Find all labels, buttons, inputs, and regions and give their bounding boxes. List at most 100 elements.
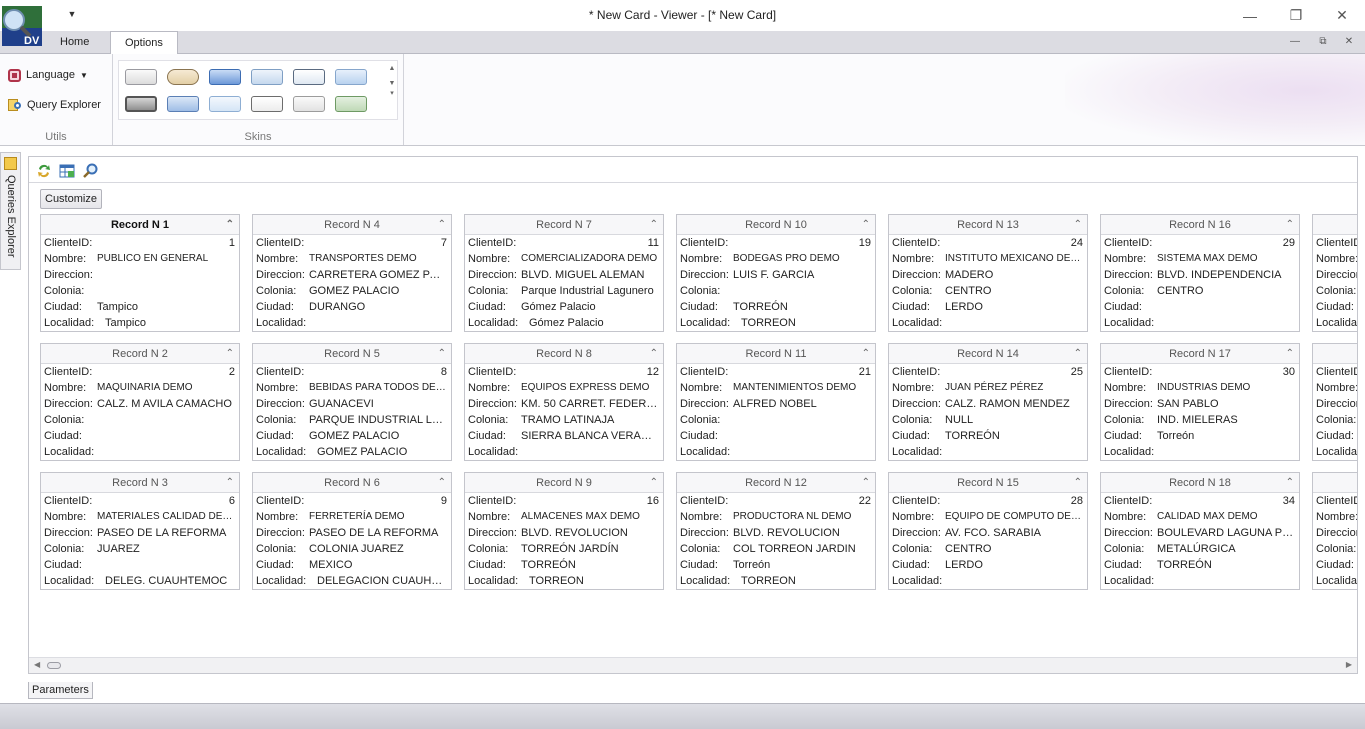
collapse-icon[interactable]: ⌃ [438, 215, 446, 235]
close-button[interactable]: ✕ [1319, 0, 1365, 31]
collapse-icon[interactable]: ⌃ [650, 473, 658, 493]
scroll-left-icon[interactable]: ◀ [34, 660, 40, 669]
tab-options[interactable]: Options [110, 31, 178, 55]
collapse-icon[interactable]: ⌃ [226, 215, 234, 235]
skins-gallery-scroll[interactable]: ▲ ▼ ▾ [386, 61, 398, 119]
record-card-header[interactable]: ⌃ [1313, 215, 1357, 235]
record-card[interactable]: ⌃ ClienteID: Nombre: Direccion: Colonia: Ciud… [1312, 214, 1357, 332]
record-card[interactable]: Record N 9 ⌃ ClienteID: 16 Nombre: ALMACENES … [464, 472, 664, 590]
record-card[interactable]: Record N 6 ⌃ ClienteID: 9 Nombre: FERRETERÍA … [252, 472, 452, 590]
record-card-header[interactable]: Record N 12 ⌃ [677, 473, 875, 493]
mdi-minimize-button[interactable]: — [1287, 35, 1303, 49]
record-card-header[interactable]: ⌃ [1313, 344, 1357, 364]
record-card-header[interactable]: Record N 4 ⌃ [253, 215, 451, 235]
record-field-localidad: Localidad: [465, 444, 663, 460]
skin-swatch[interactable] [293, 96, 325, 112]
collapse-icon[interactable]: ⌃ [1286, 473, 1294, 493]
record-card[interactable]: Record N 8 ⌃ ClienteID: 12 Nombre: EQUIPOS EX… [464, 343, 664, 461]
collapse-icon[interactable]: ⌃ [438, 344, 446, 364]
record-card-header[interactable]: ⌃ [1313, 473, 1357, 493]
record-card-header[interactable]: Record N 16 ⌃ [1101, 215, 1299, 235]
record-card[interactable]: Record N 5 ⌃ ClienteID: 8 Nombre: BEBIDAS PAR… [252, 343, 452, 461]
skin-swatch[interactable] [125, 96, 157, 112]
record-card[interactable]: Record N 4 ⌃ ClienteID: 7 Nombre: TRANSPORTES… [252, 214, 452, 332]
record-card[interactable]: ⌃ ClienteID: Nombre: Direccion: Colonia: Ciud… [1312, 343, 1357, 461]
restore-button[interactable]: ❐ [1273, 0, 1319, 31]
record-card-header[interactable]: Record N 18 ⌃ [1101, 473, 1299, 493]
table-view-icon[interactable] [59, 163, 75, 179]
collapse-icon[interactable]: ⌃ [1074, 215, 1082, 235]
gallery-expand-icon[interactable]: ▾ [386, 89, 398, 97]
record-card-header[interactable]: Record N 10 ⌃ [677, 215, 875, 235]
record-card[interactable]: Record N 12 ⌃ ClienteID: 22 Nombre: PRODUCTOR… [676, 472, 876, 590]
scrollbar-thumb[interactable] [47, 662, 61, 669]
record-card[interactable]: Record N 10 ⌃ ClienteID: 19 Nombre: BODEGAS P… [676, 214, 876, 332]
record-card-header[interactable]: Record N 11 ⌃ [677, 344, 875, 364]
record-card-header[interactable]: Record N 5 ⌃ [253, 344, 451, 364]
skin-swatch[interactable] [167, 69, 199, 85]
record-card[interactable]: Record N 18 ⌃ ClienteID: 34 Nombre: CALIDAD M… [1100, 472, 1300, 590]
collapse-icon[interactable]: ⌃ [438, 473, 446, 493]
record-card[interactable]: Record N 3 ⌃ ClienteID: 6 Nombre: MATERIALES … [40, 472, 240, 590]
scroll-right-icon[interactable]: ▶ [1346, 660, 1352, 669]
record-card-header[interactable]: Record N 14 ⌃ [889, 344, 1087, 364]
record-card[interactable]: Record N 15 ⌃ ClienteID: 28 Nombre: EQUIPO DE… [888, 472, 1088, 590]
collapse-icon[interactable]: ⌃ [862, 344, 870, 364]
skin-swatch[interactable] [335, 69, 367, 85]
record-card[interactable]: Record N 14 ⌃ ClienteID: 25 Nombre: JUAN PÉRE… [888, 343, 1088, 461]
skin-swatch[interactable] [251, 96, 283, 112]
skin-swatch[interactable] [251, 69, 283, 85]
skin-swatch[interactable] [167, 96, 199, 112]
mdi-close-button[interactable]: ✕ [1341, 35, 1357, 49]
record-card-header[interactable]: Record N 17 ⌃ [1101, 344, 1299, 364]
collapse-icon[interactable]: ⌃ [1286, 344, 1294, 364]
record-card-header[interactable]: Record N 1 ⌃ [41, 215, 239, 235]
window-title: * New Card - Viewer - [* New Card] [588, 8, 777, 22]
app-logo[interactable]: DV [0, 6, 44, 50]
record-card-header[interactable]: Record N 15 ⌃ [889, 473, 1087, 493]
record-card[interactable]: Record N 17 ⌃ ClienteID: 30 Nombre: INDUSTRIA… [1100, 343, 1300, 461]
mdi-restore-button[interactable]: ⧉ [1315, 35, 1331, 49]
tab-home[interactable]: Home [46, 31, 103, 54]
collapse-icon[interactable]: ⌃ [862, 473, 870, 493]
quick-access-dropdown-icon[interactable]: ▼ [66, 9, 78, 21]
record-card[interactable]: Record N 16 ⌃ ClienteID: 29 Nombre: SISTEMA M… [1100, 214, 1300, 332]
parameters-tab[interactable]: Parameters [28, 682, 93, 699]
record-card-header[interactable]: Record N 3 ⌃ [41, 473, 239, 493]
collapse-icon[interactable]: ⌃ [1074, 473, 1082, 493]
horizontal-scrollbar[interactable]: ◀ ▶ [29, 657, 1357, 673]
collapse-icon[interactable]: ⌃ [650, 215, 658, 235]
collapse-icon[interactable]: ⌃ [862, 215, 870, 235]
record-card-header[interactable]: Record N 9 ⌃ [465, 473, 663, 493]
chevron-down-icon[interactable]: ▼ [386, 80, 398, 87]
collapse-icon[interactable]: ⌃ [226, 344, 234, 364]
record-card-header[interactable]: Record N 7 ⌃ [465, 215, 663, 235]
chevron-up-icon[interactable]: ▲ [386, 65, 398, 72]
record-card[interactable]: Record N 11 ⌃ ClienteID: 21 Nombre: MANTENIMI… [676, 343, 876, 461]
query-explorer-button[interactable]: Query Explorer [8, 95, 101, 115]
skin-swatch[interactable] [335, 96, 367, 112]
language-button[interactable]: Language ▼ [8, 65, 88, 85]
refresh-icon[interactable] [36, 163, 52, 179]
skin-swatch[interactable] [125, 69, 157, 85]
search-icon[interactable] [82, 163, 98, 179]
record-card[interactable]: Record N 7 ⌃ ClienteID: 11 Nombre: COMERCIALI… [464, 214, 664, 332]
record-card[interactable]: Record N 13 ⌃ ClienteID: 24 Nombre: INSTITUTO… [888, 214, 1088, 332]
collapse-icon[interactable]: ⌃ [1074, 344, 1082, 364]
queries-explorer-side-tab[interactable]: Queries Explorer [0, 152, 21, 270]
record-card[interactable]: ⌃ ClienteID: Nombre: Direccion: Colonia: Ciud… [1312, 472, 1357, 590]
skin-swatch[interactable] [293, 69, 325, 85]
record-card[interactable]: Record N 1 ⌃ ClienteID: 1 Nombre: PUBLICO EN … [40, 214, 240, 332]
customize-button[interactable]: Customize [40, 189, 102, 209]
minimize-button[interactable]: — [1227, 0, 1273, 31]
collapse-icon[interactable]: ⌃ [1286, 215, 1294, 235]
record-card[interactable]: Record N 2 ⌃ ClienteID: 2 Nombre: MAQUINARIA … [40, 343, 240, 461]
record-card-header[interactable]: Record N 13 ⌃ [889, 215, 1087, 235]
collapse-icon[interactable]: ⌃ [226, 473, 234, 493]
record-card-header[interactable]: Record N 8 ⌃ [465, 344, 663, 364]
skin-swatch[interactable] [209, 96, 241, 112]
skin-swatch[interactable] [209, 69, 241, 85]
collapse-icon[interactable]: ⌃ [650, 344, 658, 364]
record-card-header[interactable]: Record N 2 ⌃ [41, 344, 239, 364]
record-card-header[interactable]: Record N 6 ⌃ [253, 473, 451, 493]
